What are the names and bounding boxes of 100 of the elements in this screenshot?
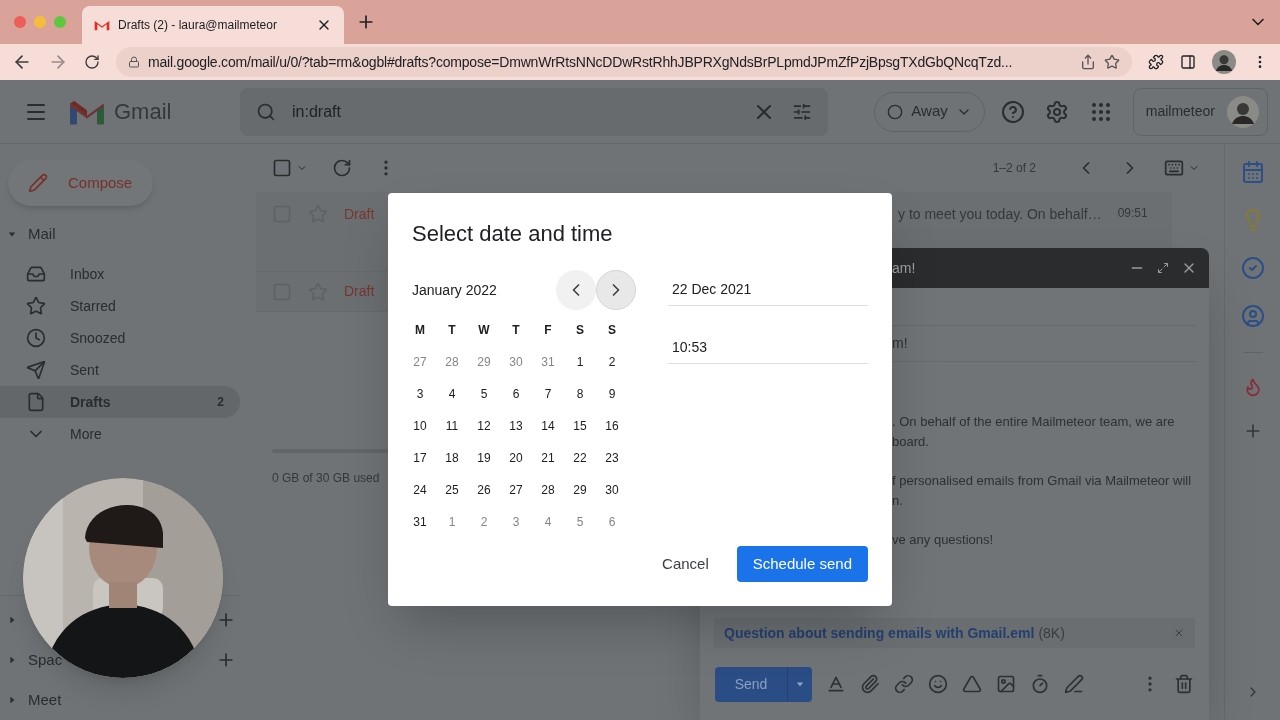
calendar-day[interactable]: 2 <box>468 506 500 538</box>
signature-icon[interactable] <box>1064 674 1084 694</box>
calendar-day[interactable]: 14 <box>532 410 564 442</box>
pagination-text: 1–2 of 2 <box>992 160 1036 177</box>
star-icon <box>26 296 46 316</box>
file-icon <box>26 392 46 412</box>
calendar-day[interactable]: 20 <box>500 442 532 474</box>
text-format-icon[interactable] <box>826 674 846 694</box>
calendar-day[interactable]: 30 <box>500 346 532 378</box>
reload-icon[interactable] <box>84 54 100 70</box>
link-icon[interactable] <box>894 674 914 694</box>
calendar-day[interactable]: 3 <box>500 506 532 538</box>
calendar-day[interactable]: 21 <box>532 442 564 474</box>
weekday-label: S <box>607 322 617 339</box>
maximize-icon[interactable] <box>1157 262 1169 274</box>
attach-icon[interactable] <box>860 674 880 694</box>
avatar-icon[interactable] <box>1212 50 1236 74</box>
storage-text: 0 GB of 30 GB used <box>272 471 380 485</box>
side-panel-icon[interactable] <box>1180 54 1196 70</box>
calendar-day[interactable]: 25 <box>436 474 468 506</box>
gmail-logo-icon <box>94 19 110 31</box>
tab-title: Drafts (2) - laura@mailmeteor <box>118 17 278 34</box>
calendar-day[interactable]: 30 <box>596 474 628 506</box>
send-icon <box>26 360 46 380</box>
calendar-day[interactable]: 27 <box>404 346 436 378</box>
calendar-day[interactable]: 19 <box>468 442 500 474</box>
app-name: Gmail <box>114 98 173 126</box>
status-circle-icon <box>887 103 904 120</box>
calendar-day[interactable]: 1 <box>564 346 596 378</box>
cancel-button[interactable]: Cancel <box>646 546 725 582</box>
inbox-icon <box>26 264 46 284</box>
share-icon[interactable] <box>1080 54 1096 70</box>
remove-attachment-icon[interactable] <box>1173 627 1185 639</box>
weekday-label: W <box>477 322 491 339</box>
pencil-icon <box>28 173 48 193</box>
calendar-day[interactable]: 31 <box>532 346 564 378</box>
calendar-day[interactable]: 18 <box>436 442 468 474</box>
emoji-icon[interactable] <box>928 674 948 694</box>
collapsed-caret-icon[interactable] <box>8 696 16 704</box>
extensions-icon[interactable] <box>1148 54 1164 70</box>
calendar-day[interactable]: 6 <box>500 378 532 410</box>
weekday-label: T <box>447 322 457 339</box>
calendar-day[interactable]: 11 <box>436 410 468 442</box>
month-label: January 2022 <box>412 280 498 300</box>
image-icon[interactable] <box>996 674 1016 694</box>
refresh-icon[interactable] <box>332 158 352 178</box>
calendar-day[interactable]: 5 <box>468 378 500 410</box>
address-bar[interactable]: mail.google.com/mail/u/0/?tab=rm&ogbl#drafts?compose=DmwnWrRtsNNcDDwRstRhhJBPRXgNdsBrPLpmdJPmZfPzjBpsgTXdGbQNcqTzd... <box>116 47 1132 77</box>
browser-tab[interactable]: Drafts (2) - laura@mailmeteor <box>82 6 344 44</box>
filter-icon[interactable] <box>792 101 812 122</box>
clock-icon <box>26 328 46 348</box>
calendar-day[interactable]: 4 <box>532 506 564 538</box>
weekday-label: S <box>575 322 585 339</box>
calendar-day[interactable]: 1 <box>436 506 468 538</box>
calendar-day[interactable]: 12 <box>468 410 500 442</box>
check-circle-icon[interactable] <box>1240 256 1265 280</box>
person-icon[interactable] <box>1240 304 1265 328</box>
bookmark-icon[interactable] <box>1104 54 1120 70</box>
calendar-day[interactable]: 22 <box>564 442 596 474</box>
calendar-day[interactable]: 24 <box>404 474 436 506</box>
caret-icon <box>796 680 804 688</box>
calendar-day[interactable]: 13 <box>500 410 532 442</box>
body-line: . On behalf of the entire Mailmeteor team, we are <box>892 413 1176 431</box>
calendar-day[interactable]: 29 <box>564 474 596 506</box>
calendar-day[interactable]: 8 <box>564 378 596 410</box>
expanded-caret-icon[interactable] <box>8 230 16 238</box>
calendar-day[interactable]: 10 <box>404 410 436 442</box>
calendar-day[interactable]: 9 <box>596 378 628 410</box>
calendar-day[interactable]: 4 <box>436 378 468 410</box>
calendar-day[interactable]: 17 <box>404 442 436 474</box>
date-field[interactable]: 22 Dec 2021 <box>668 274 868 306</box>
collapsed-caret-icon[interactable] <box>8 616 16 624</box>
calendar-day[interactable]: 23 <box>596 442 628 474</box>
calendar-day[interactable]: 29 <box>468 346 500 378</box>
calendar-day[interactable]: 28 <box>436 346 468 378</box>
next-month-button[interactable] <box>596 270 636 310</box>
schedule-send-button[interactable]: Schedule send <box>736 546 868 582</box>
calendar-day[interactable]: 3 <box>404 378 436 410</box>
time-field[interactable]: 10:53 <box>668 332 868 364</box>
weekday-label: M <box>414 322 426 339</box>
calendar-day[interactable]: 7 <box>532 378 564 410</box>
trash-icon[interactable] <box>1174 674 1194 694</box>
calendar-day[interactable]: 5 <box>564 506 596 538</box>
settings-icon[interactable] <box>1044 99 1069 124</box>
calendar-day[interactable]: 28 <box>532 474 564 506</box>
search-icon <box>256 101 276 122</box>
calendar-day[interactable]: 16 <box>596 410 628 442</box>
weekday-label: F <box>543 322 553 339</box>
select-checkbox-icon[interactable] <box>272 158 292 178</box>
calendar-day[interactable]: 15 <box>564 410 596 442</box>
calendar-icon[interactable] <box>1240 160 1265 184</box>
collapsed-caret-icon[interactable] <box>8 656 16 664</box>
subject-text: m! <box>892 334 908 353</box>
calendar-day[interactable]: 27 <box>500 474 532 506</box>
calendar-day[interactable]: 2 <box>596 346 628 378</box>
calendar-day[interactable]: 26 <box>468 474 500 506</box>
help-icon[interactable] <box>1000 99 1025 124</box>
calendar-day[interactable]: 6 <box>596 506 628 538</box>
calendar-day[interactable]: 31 <box>404 506 436 538</box>
body-line: board. <box>892 433 930 451</box>
